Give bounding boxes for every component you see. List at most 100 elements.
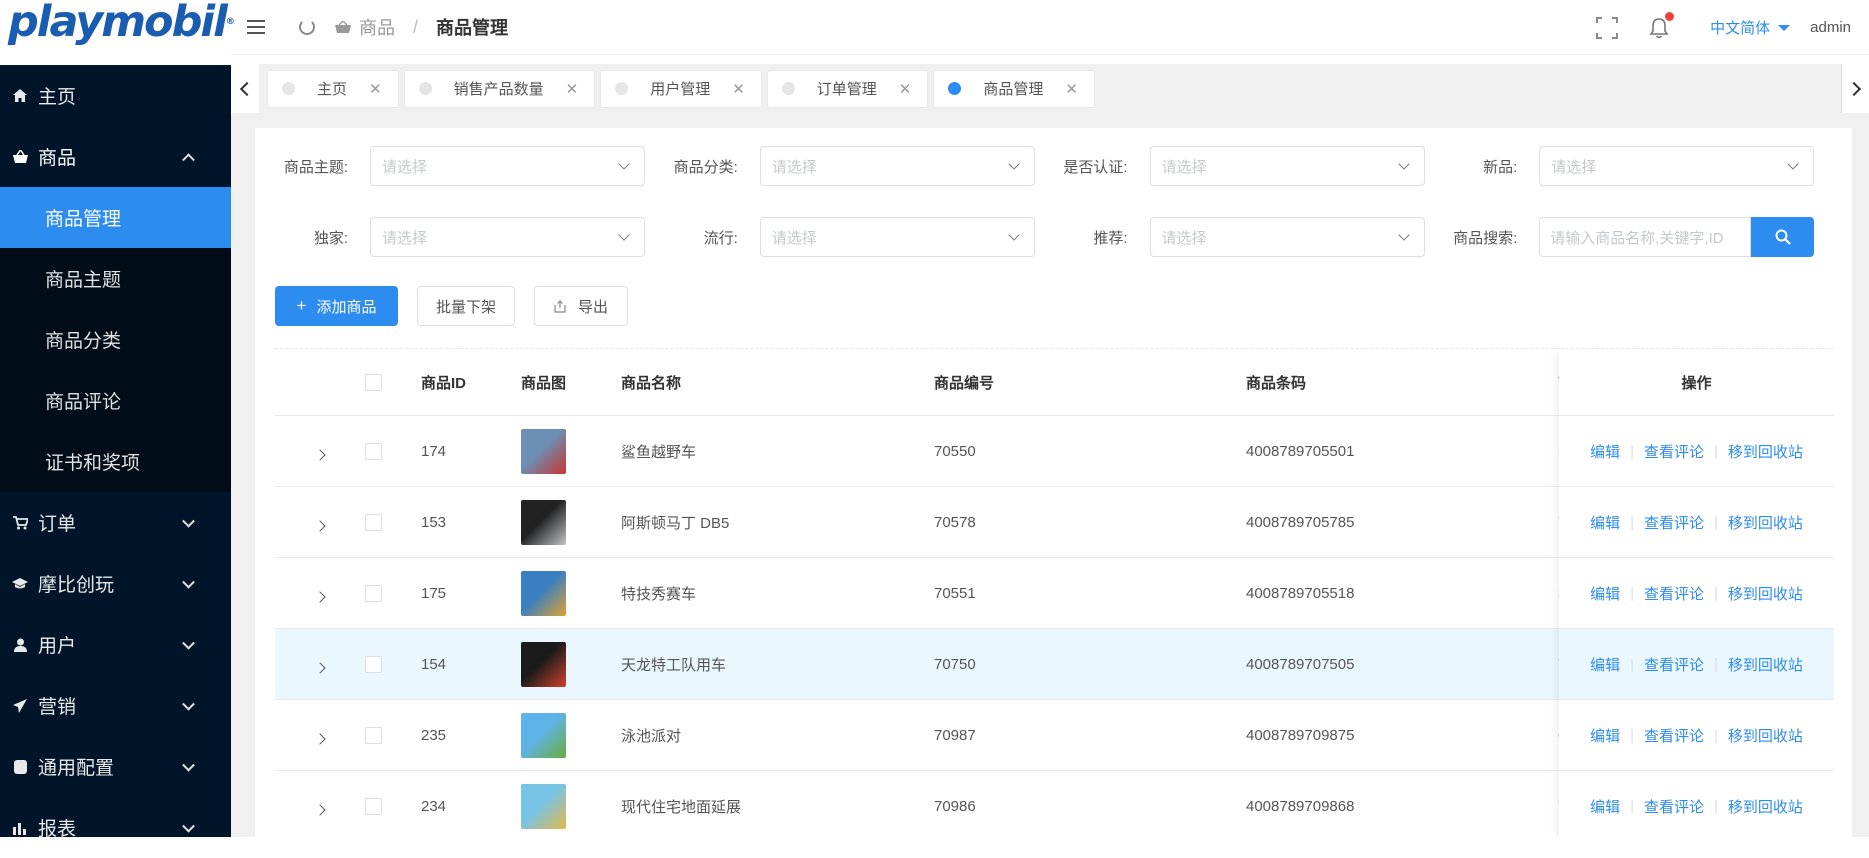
view-reviews-link[interactable]: 查看评论: [1644, 583, 1704, 604]
product-thumbnail[interactable]: [521, 713, 566, 758]
tab-home[interactable]: 主页 ✕: [267, 70, 399, 108]
move-to-recycle-link[interactable]: 移到回收站: [1728, 512, 1803, 533]
exclusive-select[interactable]: 请选择: [370, 217, 645, 257]
sidebar-subitem-product-reviews[interactable]: 商品评论: [0, 370, 231, 431]
product-table: 商品ID 商品图 商品名称 商品编号 商品条码 商 174鲨鱼越野车705504…: [275, 349, 1834, 837]
sidebar-subitem-product-categories[interactable]: 商品分类: [0, 309, 231, 370]
product-thumbnail[interactable]: [521, 500, 566, 545]
batch-delist-button[interactable]: 批量下架: [417, 286, 515, 326]
chevron-left-icon: [240, 81, 254, 95]
tab-status-dot: [419, 82, 432, 95]
edit-link[interactable]: 编辑: [1590, 796, 1620, 817]
chevron-right-icon[interactable]: [314, 449, 325, 460]
sidebar-item-general-config[interactable]: 通用配置: [0, 736, 231, 797]
edit-link[interactable]: 编辑: [1590, 583, 1620, 604]
breadcrumb-parent[interactable]: 商品: [335, 14, 395, 40]
cell-code: 70987: [934, 727, 1246, 744]
tab-product-management[interactable]: 商品管理 ✕: [933, 70, 1095, 108]
user-menu[interactable]: admin: [1810, 19, 1851, 36]
sidebar-subitem-product-management[interactable]: 商品管理: [0, 187, 231, 248]
language-selector[interactable]: 中文简体: [1710, 17, 1790, 38]
col-header-code[interactable]: 商品编号: [934, 372, 1246, 393]
chevron-up-icon: [182, 153, 195, 166]
product-category-select[interactable]: 请选择: [760, 146, 1035, 186]
product-search-input[interactable]: 请输入商品名称,关键字,ID: [1539, 217, 1751, 257]
chevron-right-icon[interactable]: [314, 804, 325, 815]
sidebar-item-marketing[interactable]: 营销: [0, 675, 231, 736]
sidebar-item-home[interactable]: 主页: [0, 65, 231, 126]
select-all-checkbox[interactable]: [365, 374, 382, 391]
col-header-id[interactable]: 商品ID: [421, 372, 521, 393]
search-button[interactable]: [1751, 217, 1814, 257]
certified-select[interactable]: 请选择: [1150, 146, 1425, 186]
tabs-scroll-right[interactable]: [1841, 64, 1869, 113]
tabs-scroll-left[interactable]: [231, 64, 259, 113]
edit-link[interactable]: 编辑: [1590, 725, 1620, 746]
row-checkbox[interactable]: [365, 585, 382, 602]
product-thumbnail[interactable]: [521, 642, 566, 687]
row-checkbox[interactable]: [365, 656, 382, 673]
graduation-icon: [12, 576, 28, 592]
row-checkbox[interactable]: [365, 727, 382, 744]
refresh-icon[interactable]: [299, 19, 315, 35]
filter-product-category: 商品分类: 请选择: [665, 146, 1055, 186]
fullscreen-icon[interactable]: [1596, 17, 1618, 39]
notification-bell-icon[interactable]: [1648, 17, 1670, 39]
product-thumbnail[interactable]: [521, 571, 566, 616]
view-reviews-link[interactable]: 查看评论: [1644, 654, 1704, 675]
add-product-button[interactable]: + 添加商品: [275, 286, 398, 326]
move-to-recycle-link[interactable]: 移到回收站: [1728, 796, 1803, 817]
sidebar-item-label: 商品: [38, 143, 76, 170]
close-icon[interactable]: ✕: [732, 80, 745, 98]
move-to-recycle-link[interactable]: 移到回收站: [1728, 441, 1803, 462]
filter-exclusive: 独家: 请选择: [275, 217, 665, 257]
move-to-recycle-link[interactable]: 移到回收站: [1728, 583, 1803, 604]
chevron-right-icon[interactable]: [314, 520, 325, 531]
product-thumbnail[interactable]: [521, 429, 566, 474]
view-reviews-link[interactable]: 查看评论: [1644, 796, 1704, 817]
chevron-down-icon: [618, 158, 629, 169]
brand-logo[interactable]: playmobil®: [0, 0, 231, 65]
col-header-barcode[interactable]: 商品条码: [1246, 372, 1558, 393]
product-thumbnail[interactable]: [521, 784, 566, 829]
tab-order-management[interactable]: 订单管理 ✕: [767, 70, 929, 108]
chevron-right-icon[interactable]: [314, 733, 325, 744]
recommended-select[interactable]: 请选择: [1150, 217, 1425, 257]
close-icon[interactable]: ✕: [369, 80, 382, 98]
move-to-recycle-link[interactable]: 移到回收站: [1728, 725, 1803, 746]
tab-sales-quantity[interactable]: 销售产品数量 ✕: [404, 70, 596, 108]
cell-image: [521, 571, 621, 616]
row-checkbox[interactable]: [365, 514, 382, 531]
chevron-right-icon[interactable]: [314, 662, 325, 673]
edit-link[interactable]: 编辑: [1590, 441, 1620, 462]
sidebar-subitem-product-themes[interactable]: 商品主题: [0, 248, 231, 309]
chevron-right-icon[interactable]: [314, 591, 325, 602]
close-icon[interactable]: ✕: [899, 80, 912, 98]
move-to-recycle-link[interactable]: 移到回收站: [1728, 654, 1803, 675]
sidebar-item-reports[interactable]: 报表: [0, 797, 231, 858]
sidebar-item-products[interactable]: 商品: [0, 126, 231, 187]
new-product-select[interactable]: 请选择: [1539, 146, 1814, 186]
caret-down-icon: [1778, 25, 1790, 31]
sidebar-item-users[interactable]: 用户: [0, 614, 231, 675]
basket-icon: [12, 149, 28, 165]
product-theme-select[interactable]: 请选择: [370, 146, 645, 186]
close-icon[interactable]: ✕: [566, 80, 579, 98]
popular-select[interactable]: 请选择: [760, 217, 1035, 257]
link-separator: |: [1630, 727, 1634, 744]
view-reviews-link[interactable]: 查看评论: [1644, 441, 1704, 462]
sidebar-item-orders[interactable]: 订单: [0, 492, 231, 553]
view-reviews-link[interactable]: 查看评论: [1644, 725, 1704, 746]
export-button[interactable]: 导出: [534, 286, 628, 326]
view-reviews-link[interactable]: 查看评论: [1644, 512, 1704, 533]
edit-link[interactable]: 编辑: [1590, 654, 1620, 675]
tab-user-management[interactable]: 用户管理 ✕: [600, 70, 762, 108]
sidebar-item-playmobil-create[interactable]: 摩比创玩: [0, 553, 231, 614]
edit-link[interactable]: 编辑: [1590, 512, 1620, 533]
sidebar-subitem-certificates-awards[interactable]: 证书和奖项: [0, 431, 231, 492]
col-header-name[interactable]: 商品名称: [621, 372, 934, 393]
close-icon[interactable]: ✕: [1065, 80, 1078, 98]
menu-toggle-icon[interactable]: [247, 20, 265, 34]
row-checkbox[interactable]: [365, 798, 382, 815]
row-checkbox[interactable]: [365, 443, 382, 460]
